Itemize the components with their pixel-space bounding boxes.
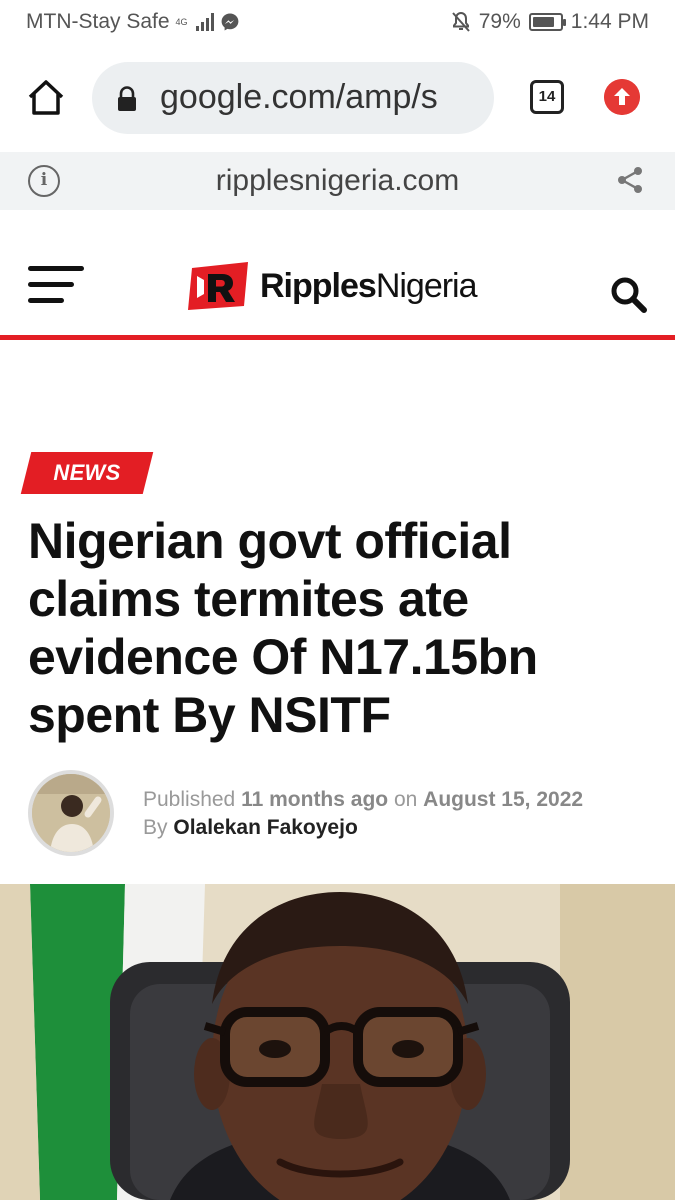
- clock: 1:44 PM: [570, 10, 649, 33]
- status-left: MTN-Stay Safe 4G: [26, 10, 240, 34]
- url-text: google.com/amp/s: [160, 78, 438, 116]
- site-domain: ripplesnigeria.com: [215, 164, 460, 197]
- address-bar[interactable]: google.com/amp/s: [92, 62, 494, 134]
- published-label: Published: [143, 788, 236, 811]
- battery-icon: [528, 13, 566, 31]
- site-info-bar: i ripplesnigeria.com: [0, 152, 675, 210]
- search-icon[interactable]: [608, 274, 650, 316]
- published-relative: 11 months ago: [241, 788, 389, 811]
- site-logo[interactable]: RipplesNigeria: [188, 262, 478, 310]
- menu-icon[interactable]: [28, 266, 84, 304]
- article-headline: Nigerian govt official claims termites a…: [28, 513, 538, 743]
- category-label: NEWS: [53, 460, 121, 485]
- battery-percent: 79%: [478, 10, 521, 33]
- status-right: 79% 1:44 PM: [451, 10, 649, 34]
- home-icon[interactable]: [24, 76, 68, 120]
- site-header: RipplesNigeria: [0, 210, 675, 340]
- carrier-name: MTN-Stay Safe: [26, 10, 170, 33]
- browser-toolbar: google.com/amp/s 14: [0, 48, 675, 148]
- logo-wordmark: RipplesNigeria: [260, 266, 478, 305]
- article-byline: Published 11 months ago on August 15, 20…: [28, 770, 648, 858]
- messenger-icon: [221, 13, 238, 31]
- article-meta: Published 11 months ago on August 15, 20…: [143, 786, 583, 842]
- on-label: on: [393, 788, 418, 811]
- author-name[interactable]: Olalekan Fakoyejo: [173, 816, 357, 839]
- signal-icon: [195, 13, 214, 31]
- tab-switcher-button[interactable]: 14: [530, 80, 564, 114]
- mute-bell-icon: [452, 11, 470, 32]
- article-featured-image: [0, 884, 675, 1200]
- by-label: By: [143, 816, 168, 839]
- published-date: August 15, 2022: [423, 788, 584, 811]
- network-type: 4G: [175, 16, 188, 27]
- share-icon[interactable]: [614, 164, 646, 196]
- category-badge[interactable]: NEWS: [20, 452, 154, 494]
- status-bar: MTN-Stay Safe 4G 79% 1:44 PM: [0, 0, 675, 48]
- upload-icon[interactable]: [604, 79, 640, 115]
- ripples-logo-mark: [188, 262, 248, 310]
- lock-icon: [118, 86, 136, 111]
- author-avatar[interactable]: [28, 770, 114, 856]
